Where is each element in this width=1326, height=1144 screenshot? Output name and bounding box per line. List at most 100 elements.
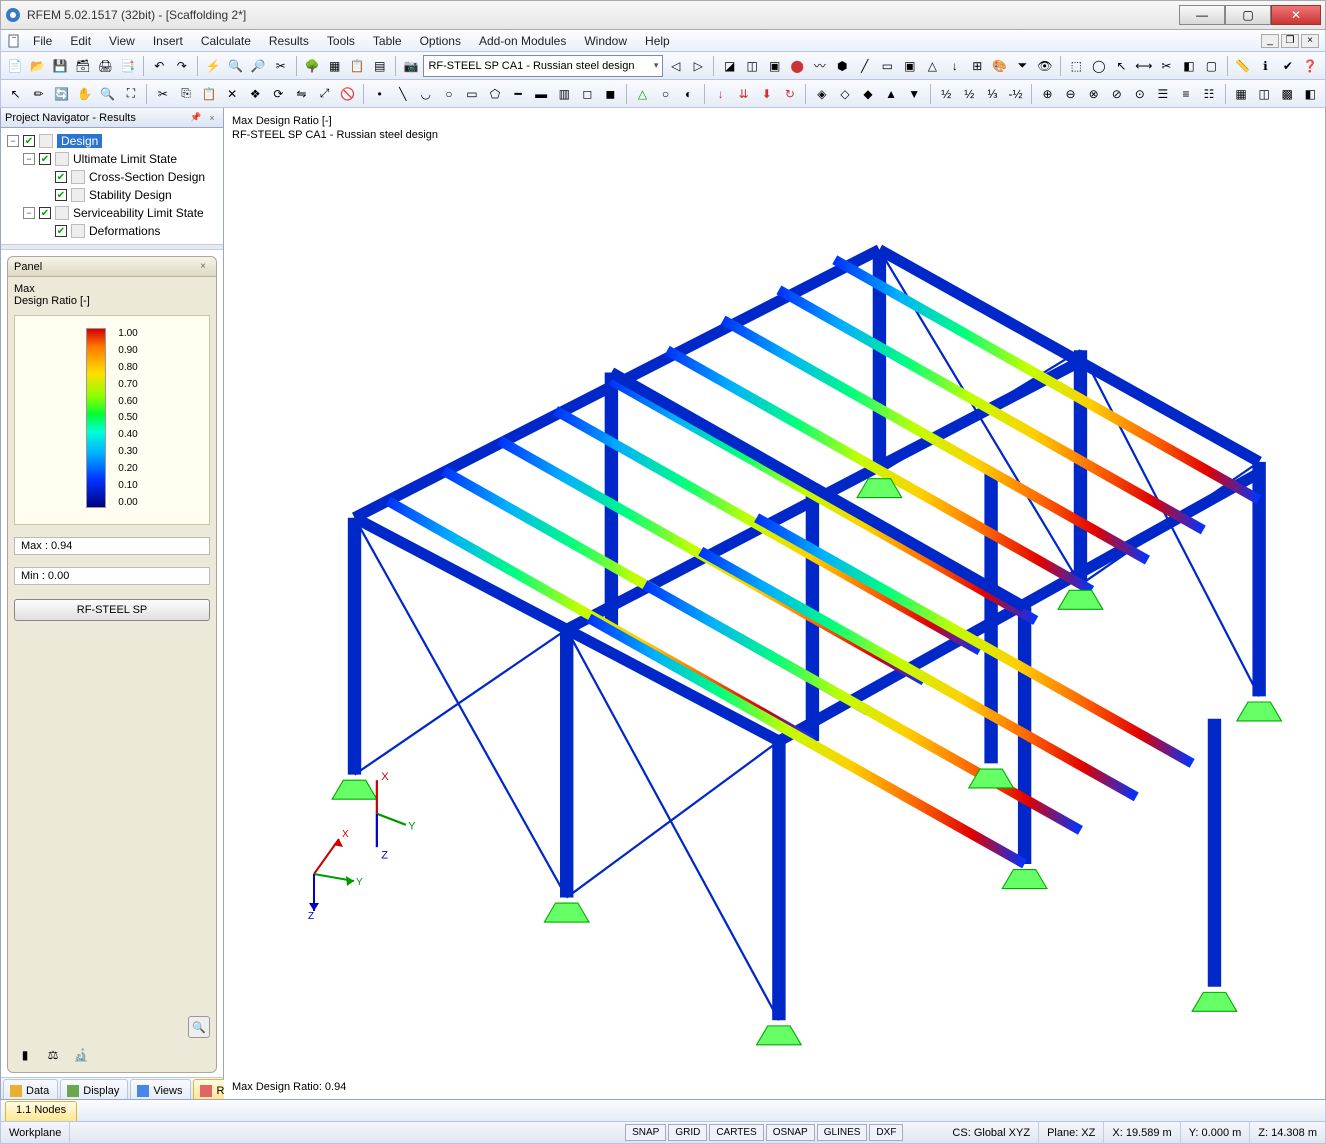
opening-tool-icon[interactable]: ◻: [577, 83, 598, 105]
hide-icon[interactable]: 🚫: [337, 83, 358, 105]
maximize-button[interactable]: ▢: [1225, 5, 1271, 25]
checkbox-def[interactable]: ✔: [55, 225, 67, 237]
menu-addon[interactable]: Add-on Modules: [471, 32, 574, 50]
expand-icon[interactable]: −: [23, 207, 35, 219]
lightning-icon[interactable]: ⚡: [203, 55, 224, 77]
surfaces-icon[interactable]: ▭: [877, 55, 898, 77]
open-icon[interactable]: 📂: [28, 55, 49, 77]
measure-icon[interactable]: 📏: [1233, 55, 1254, 77]
expand-icon[interactable]: −: [7, 135, 19, 147]
tree-sls[interactable]: Serviceability Limit State: [73, 206, 204, 220]
tree-design[interactable]: Design: [57, 134, 102, 148]
expand-icon[interactable]: −: [23, 153, 35, 165]
prev-icon[interactable]: ◁: [665, 55, 686, 77]
zoom-icon[interactable]: 🔍: [97, 83, 118, 105]
pick-icon[interactable]: ↖: [1111, 55, 1132, 77]
ext10-icon[interactable]: ◫: [1254, 83, 1275, 105]
rect-tool-icon[interactable]: ▭: [461, 83, 482, 105]
checkbox-design[interactable]: ✔: [23, 135, 35, 147]
mirror-icon[interactable]: ⇋: [291, 83, 312, 105]
view-iso-icon[interactable]: ◪: [719, 55, 740, 77]
cartes-toggle[interactable]: CARTES: [709, 1124, 763, 1141]
member-tool-icon[interactable]: ━: [508, 83, 529, 105]
menu-help[interactable]: Help: [637, 32, 678, 50]
print-icon[interactable]: 🖨: [95, 55, 116, 77]
move-icon[interactable]: ❖: [245, 83, 266, 105]
next-icon[interactable]: ▷: [688, 55, 709, 77]
cut-icon[interactable]: ✂: [271, 55, 292, 77]
misc1-icon[interactable]: ◈: [811, 83, 832, 105]
save-icon[interactable]: 💾: [50, 55, 71, 77]
clip-icon[interactable]: ◧: [1179, 55, 1200, 77]
osnap-toggle[interactable]: OSNAP: [766, 1124, 815, 1141]
mdi-close-button[interactable]: ×: [1301, 34, 1319, 48]
load-area-icon[interactable]: ⬇: [756, 83, 777, 105]
tab-data[interactable]: Data: [3, 1079, 58, 1099]
release-tool-icon[interactable]: ◐: [678, 83, 699, 105]
close-button[interactable]: ✕: [1271, 5, 1321, 25]
menu-file[interactable]: File: [25, 32, 60, 50]
ext1-icon[interactable]: ⊕: [1037, 83, 1058, 105]
ext2-icon[interactable]: ⊖: [1060, 83, 1081, 105]
copy-icon[interactable]: ⎘: [176, 83, 197, 105]
pin-icon[interactable]: 📌: [189, 111, 203, 125]
camera-icon[interactable]: 📷: [401, 55, 422, 77]
misc4-icon[interactable]: ▲: [881, 83, 902, 105]
scale-icon[interactable]: ⤢: [314, 83, 335, 105]
letter2-icon[interactable]: ½: [959, 83, 980, 105]
menu-window[interactable]: Window: [576, 32, 635, 50]
model-viewport[interactable]: Max Design Ratio [-] RF-STEEL SP CA1 - R…: [224, 108, 1326, 1100]
lasso-icon[interactable]: ◯: [1089, 55, 1110, 77]
orbit-icon[interactable]: 🔄: [51, 83, 72, 105]
menu-results[interactable]: Results: [261, 32, 317, 50]
pan-icon[interactable]: ✋: [74, 83, 95, 105]
dimension-icon[interactable]: ⟷: [1134, 55, 1155, 77]
grid-toggle[interactable]: GRID: [668, 1124, 707, 1141]
menu-tools[interactable]: Tools: [319, 32, 363, 50]
menu-view[interactable]: View: [101, 32, 143, 50]
help-icon[interactable]: ❓: [1300, 55, 1321, 77]
undo-icon[interactable]: ↶: [149, 55, 170, 77]
ext12-icon[interactable]: ◧: [1300, 83, 1321, 105]
tree-def[interactable]: Deformations: [89, 224, 160, 238]
solid-tool-icon[interactable]: ◼: [600, 83, 621, 105]
tab-display[interactable]: Display: [60, 1079, 128, 1099]
load-line-icon[interactable]: ⇊: [733, 83, 754, 105]
snap-toggle[interactable]: SNAP: [625, 1124, 666, 1141]
view-side-icon[interactable]: ▣: [764, 55, 785, 77]
loads-icon[interactable]: ↓: [945, 55, 966, 77]
menu-calculate[interactable]: Calculate: [193, 32, 259, 50]
support-tool-icon[interactable]: △: [632, 83, 653, 105]
rotate-icon[interactable]: ⟳: [268, 83, 289, 105]
line-tool-icon[interactable]: ╲: [392, 83, 413, 105]
preview-icon[interactable]: 📑: [118, 55, 139, 77]
tree-cs[interactable]: Cross-Section Design: [89, 170, 205, 184]
letter4-icon[interactable]: -½: [1005, 83, 1026, 105]
view-front-icon[interactable]: ◫: [742, 55, 763, 77]
zoomout-icon[interactable]: 🔎: [248, 55, 269, 77]
node-tool-icon[interactable]: •: [369, 83, 390, 105]
tab-views[interactable]: Views: [130, 1079, 191, 1099]
menu-table[interactable]: Table: [365, 32, 410, 50]
beam-tool-icon[interactable]: ▬: [531, 83, 552, 105]
loadcase-dropdown[interactable]: RF-STEEL SP CA1 - Russian steel design: [423, 55, 663, 77]
poly-tool-icon[interactable]: ⬠: [484, 83, 505, 105]
mdi-restore-button[interactable]: ❐: [1281, 34, 1299, 48]
ext6-icon[interactable]: ☰: [1152, 83, 1173, 105]
glines-toggle[interactable]: GLINES: [817, 1124, 868, 1141]
menu-edit[interactable]: Edit: [62, 32, 99, 50]
tree-stab[interactable]: Stability Design: [89, 188, 172, 202]
splitter[interactable]: [1, 244, 223, 250]
letter3-icon[interactable]: ⅓: [982, 83, 1003, 105]
find-icon[interactable]: 🔍: [225, 55, 246, 77]
members-icon[interactable]: ╱: [855, 55, 876, 77]
checkbox-cs[interactable]: ✔: [55, 171, 67, 183]
minimize-button[interactable]: —: [1179, 5, 1225, 25]
letter1-icon[interactable]: ½: [936, 83, 957, 105]
tree-uls[interactable]: Ultimate Limit State: [73, 152, 177, 166]
nodes-icon[interactable]: ⬢: [832, 55, 853, 77]
load-moment-icon[interactable]: ↻: [779, 83, 800, 105]
checkbox-sls[interactable]: ✔: [39, 207, 51, 219]
results-icon[interactable]: ⬤: [787, 55, 808, 77]
hinge-tool-icon[interactable]: ○: [655, 83, 676, 105]
